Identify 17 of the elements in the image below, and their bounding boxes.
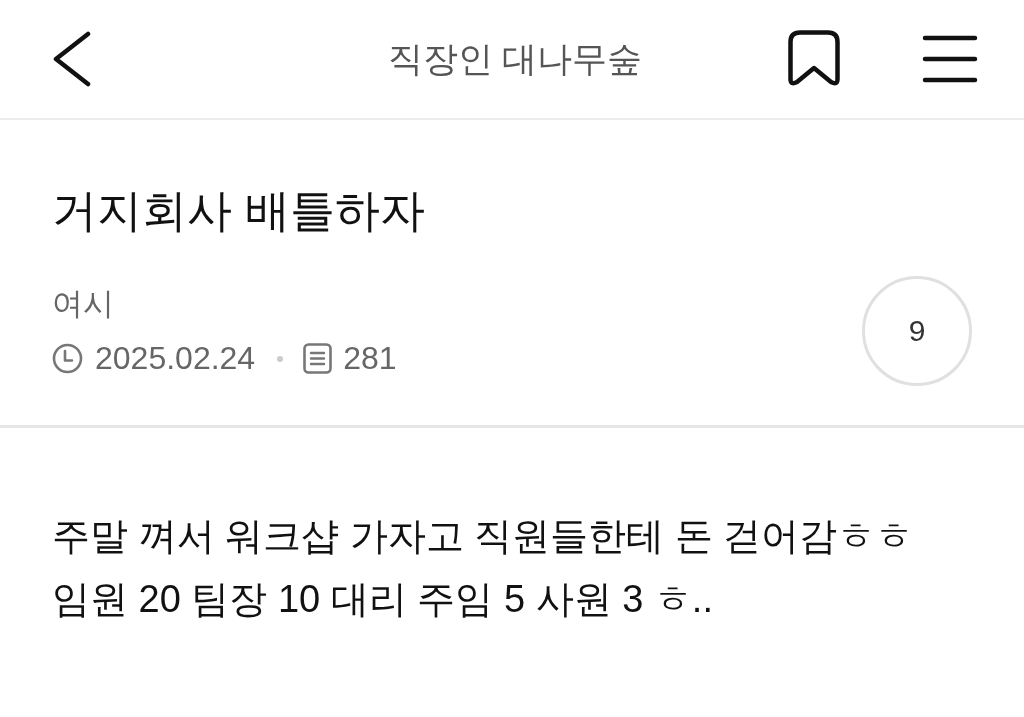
separator-dot-icon [277,355,284,362]
menu-button[interactable] [922,35,978,83]
list-document-icon [303,343,333,374]
back-button[interactable] [52,31,92,87]
post-title: 거지회사 배틀하자 [52,184,426,238]
body-text-line: 임원 20 팀장 10 대리 주임 5 사원 3 ㅎ.. [52,577,714,622]
author-name: 여시 [52,284,115,323]
bookmark-icon [788,30,840,88]
post-date: 2025.02.24 [95,340,256,377]
body-text-line: 주말 껴서 워크샵 가자고 직원들한테 돈 걷어감ㅎㅎ [52,514,915,559]
clock-icon [52,343,83,374]
comment-count-button[interactable]: 9 [862,276,972,386]
board-title: 직장인 대나무숲 [387,37,643,80]
bookmark-button[interactable] [788,30,840,88]
chevron-left-icon [52,31,92,87]
menu-icon [922,35,978,83]
view-count: 281 [343,340,397,377]
